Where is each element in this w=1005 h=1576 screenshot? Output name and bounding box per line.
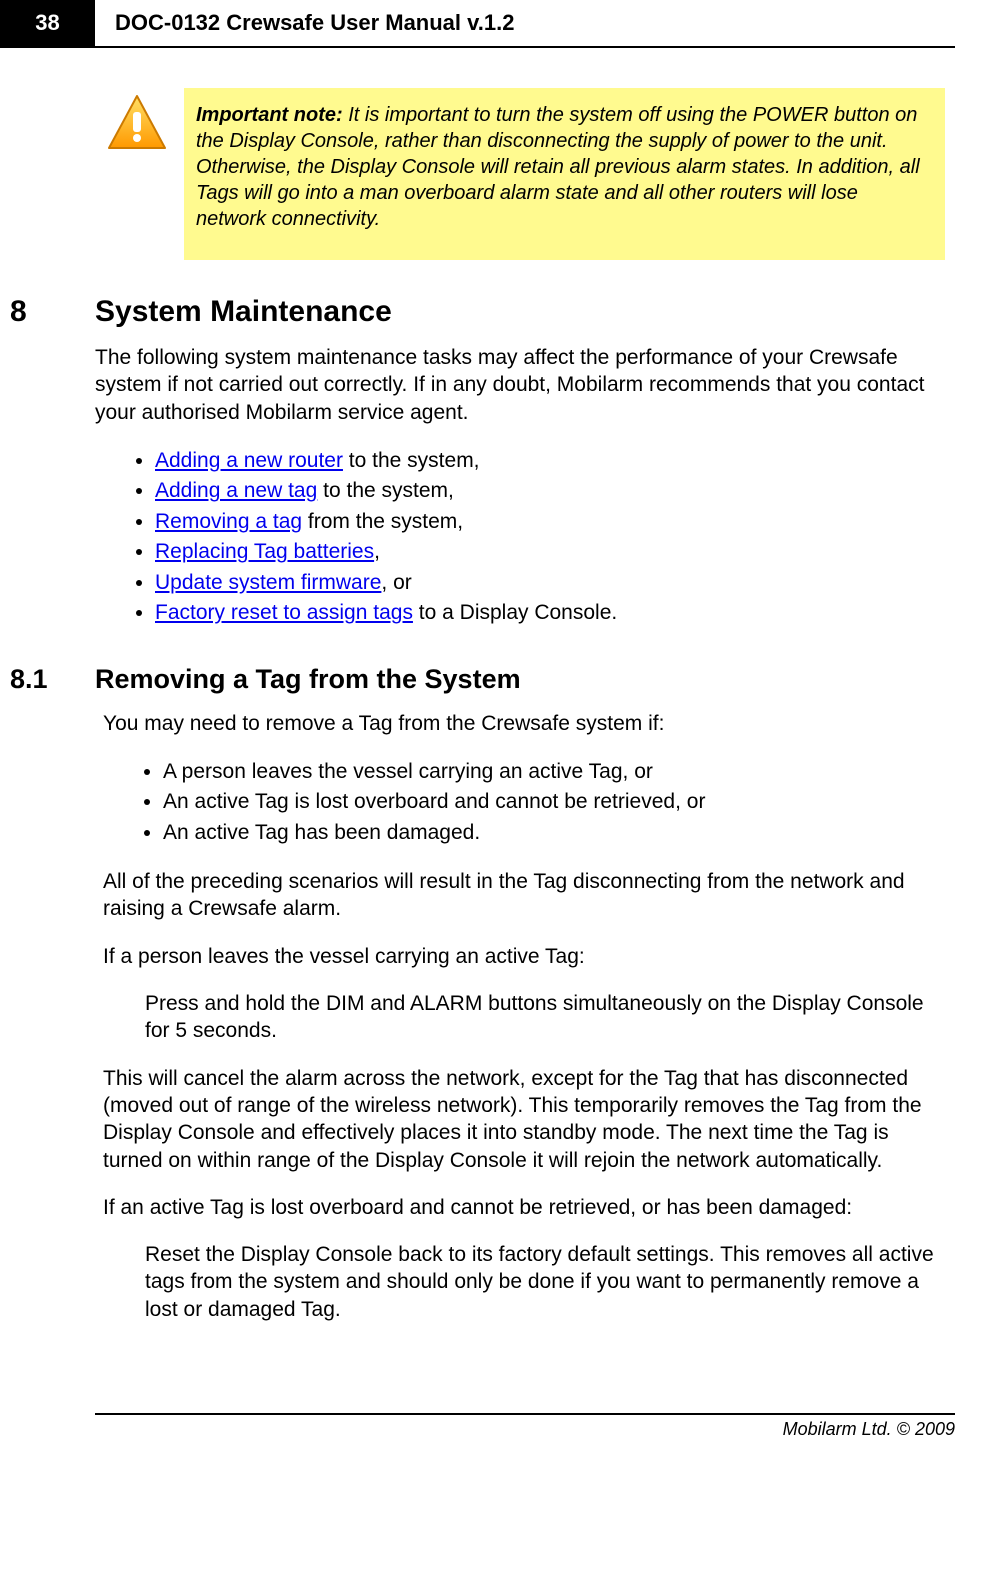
link-add-tag[interactable]: Adding a new tag [155,479,317,502]
maintenance-task-list: Adding a new router to the system, Addin… [95,446,945,629]
document-title: DOC-0132 Crewsafe User Manual v.1.2 [95,0,955,46]
warning-icon [105,92,169,156]
footer-copyright: Mobilarm Ltd. © 2009 [95,1415,955,1440]
link-remove-tag[interactable]: Removing a tag [155,510,302,533]
para-lost-damaged: If an active Tag is lost overboard and c… [103,1194,945,1221]
link-factory-reset[interactable]: Factory reset to assign tags [155,601,413,624]
para-alarm-result: All of the preceding scenarios will resu… [103,868,945,923]
section-8-heading: 8 System Maintenance [10,295,945,329]
list-item: Removing a tag from the system, [155,507,945,537]
note-label: Important note: [196,104,343,126]
section-8-1-title: Removing a Tag from the System [95,664,521,695]
section-8-title: System Maintenance [95,295,392,329]
list-item: A person leaves the vessel carrying an a… [163,757,945,787]
page-header: 38 DOC-0132 Crewsafe User Manual v.1.2 [0,0,955,48]
step-dim-alarm: Press and hold the DIM and ALARM buttons… [145,990,945,1045]
para-cancel-alarm: This will cancel the alarm across the ne… [103,1065,945,1174]
list-item: Adding a new router to the system, [155,446,945,476]
important-note-box: Important note: It is important to turn … [184,88,945,260]
list-item: Replacing Tag batteries, [155,537,945,567]
list-item: Factory reset to assign tags to a Displa… [155,598,945,628]
list-item: An active Tag is lost overboard and cann… [163,787,945,817]
link-replace-batteries[interactable]: Replacing Tag batteries [155,540,374,563]
section-8-1-number: 8.1 [10,664,95,695]
section-8-intro: The following system maintenance tasks m… [95,344,945,426]
list-item: Update system firmware, or [155,568,945,598]
removal-reasons-list: A person leaves the vessel carrying an a… [103,757,945,848]
link-add-router[interactable]: Adding a new router [155,449,343,472]
list-item: Adding a new tag to the system, [155,476,945,506]
para-person-leaves: If a person leaves the vessel carrying a… [103,943,945,970]
page-number: 38 [0,0,95,46]
link-update-firmware[interactable]: Update system firmware [155,571,381,594]
section-8-1-intro: You may need to remove a Tag from the Cr… [103,710,945,737]
section-8-number: 8 [10,295,95,329]
section-8-1-heading: 8.1 Removing a Tag from the System [10,664,945,695]
page-footer: Mobilarm Ltd. © 2009 [95,1413,955,1440]
important-note-block: Important note: It is important to turn … [105,88,945,260]
list-item: An active Tag has been damaged. [163,818,945,848]
step-factory-reset: Reset the Display Console back to its fa… [145,1241,945,1323]
